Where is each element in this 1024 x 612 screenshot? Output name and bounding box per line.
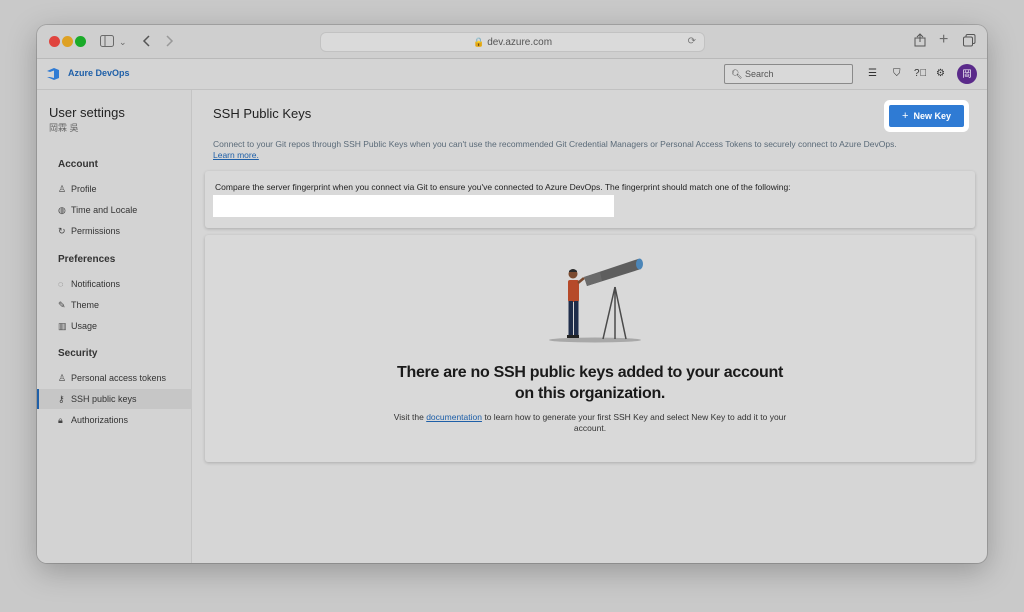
empty-sub-before: Visit the — [393, 412, 427, 422]
new-key-button[interactable]: + New Key — [889, 105, 964, 127]
learn-more-link[interactable]: Learn more. — [213, 150, 259, 160]
sidebar-item-profile[interactable]: ♙ Profile — [37, 179, 192, 199]
list-icon[interactable]: ☰ — [868, 67, 877, 81]
azure-devops-logo-icon[interactable] — [46, 67, 60, 81]
sidebar-item-theme[interactable]: ✎ Theme — [37, 295, 192, 315]
tab-overview-icon[interactable] — [963, 33, 976, 51]
url-text: dev.azure.com — [487, 37, 553, 48]
documentation-link[interactable]: documentation — [426, 412, 482, 422]
search-placeholder: Search — [745, 69, 774, 79]
sidebar-item-label: Permissions — [71, 226, 121, 236]
globe-icon: ◍ — [58, 205, 66, 215]
description-text: Connect to your Git repos through SSH Pu… — [213, 139, 897, 149]
translate-reload-icons[interactable]: ⟳ — [688, 33, 696, 51]
sidebar-toggle-icon[interactable] — [100, 33, 114, 51]
browser-window: ⌄ 🔒 dev.azure.com ⟳ + Azure DevOps 🔍︎ Sea… — [37, 25, 987, 563]
address-bar[interactable]: 🔒 dev.azure.com ⟳ — [320, 32, 705, 52]
search-input[interactable]: 🔍︎ Search — [724, 64, 853, 84]
paint-icon: ✎ — [58, 300, 66, 310]
avatar[interactable]: 岡 — [957, 64, 977, 84]
minimize-window-button[interactable] — [62, 36, 73, 47]
sidebar-item-label: Theme — [71, 300, 100, 310]
zoom-window-button[interactable] — [75, 36, 86, 47]
forward-button[interactable] — [164, 33, 174, 51]
lock-icon: 🔒︎ — [58, 415, 63, 425]
key-icon: ⚷ — [58, 394, 65, 404]
marketplace-bag-icon[interactable]: ⛉ — [893, 67, 901, 81]
sidebar-item-authorizations[interactable]: 🔒︎ Authorizations — [37, 410, 192, 430]
user-settings-icon[interactable]: ⚙ — [936, 67, 945, 81]
page-description: Connect to your Git repos through SSH Pu… — [213, 139, 978, 161]
person-icon: ♙ — [58, 184, 67, 194]
section-heading-security: Security — [58, 348, 98, 359]
settings-sidebar: User settings 岡霖 吳 Account ♙ Profile ◍ T… — [37, 90, 192, 563]
fingerprint-text: Compare the server fingerprint when you … — [215, 182, 791, 192]
new-tab-icon[interactable]: + — [939, 31, 948, 49]
chat-icon: ◌ — [58, 279, 64, 289]
person-key-icon: ♙ — [58, 373, 67, 383]
chevron-down-icon[interactable]: ⌄ — [119, 33, 127, 51]
page-title: SSH Public Keys — [213, 106, 312, 121]
sidebar-item-label: Usage — [71, 321, 98, 331]
app-header: Azure DevOps 🔍︎ Search ☰ ⛉ ?⃝ ⚙ 岡 — [37, 59, 987, 90]
sidebar-item-label: Notifications — [71, 279, 121, 289]
lock-icon: 🔒 — [472, 37, 485, 47]
fingerprint-card: Compare the server fingerprint when you … — [205, 171, 975, 228]
sidebar-item-label: Authorizations — [71, 415, 129, 425]
empty-state-subtitle: Visit the documentation to learn how to … — [390, 412, 790, 434]
sidebar-item-label: Profile — [71, 184, 97, 194]
refresh-icon: ↻ — [58, 226, 66, 236]
sidebar-title: User settings — [49, 105, 125, 120]
sidebar-item-ssh-public-keys[interactable]: ⚷ SSH public keys — [37, 389, 192, 409]
section-heading-preferences: Preferences — [58, 254, 116, 265]
search-icon: 🔍︎ — [731, 69, 743, 79]
sidebar-item-label: Personal access tokens — [71, 373, 167, 383]
sidebar-item-label: SSH public keys — [71, 394, 137, 404]
fingerprint-redacted-box — [213, 195, 614, 217]
close-window-button[interactable] — [49, 36, 60, 47]
section-heading-account: Account — [58, 159, 98, 170]
chart-icon: ▥ — [58, 321, 67, 331]
help-icon[interactable]: ?⃝ — [914, 67, 927, 81]
sidebar-item-permissions[interactable]: ↻ Permissions — [37, 221, 192, 241]
plus-icon: + — [902, 110, 909, 122]
sidebar-item-personal-access-tokens[interactable]: ♙ Personal access tokens — [37, 368, 192, 388]
brand-name[interactable]: Azure DevOps — [68, 68, 130, 78]
empty-state-card: There are no SSH public keys added to yo… — [205, 235, 975, 462]
sidebar-item-notifications[interactable]: ◌ Notifications — [37, 274, 192, 294]
share-icon[interactable] — [914, 33, 926, 51]
empty-sub-after: to learn how to generate your first SSH … — [481, 412, 787, 433]
new-key-label: New Key — [913, 111, 951, 121]
sidebar-username: 岡霖 吳 — [49, 123, 79, 133]
empty-state-title: There are no SSH public keys added to yo… — [397, 364, 783, 402]
sidebar-item-label: Time and Locale — [71, 205, 138, 215]
sidebar-item-time-and-locale[interactable]: ◍ Time and Locale — [37, 200, 192, 220]
sidebar-item-usage[interactable]: ▥ Usage — [37, 316, 192, 336]
telescope-illustration — [549, 258, 643, 343]
back-button[interactable] — [142, 33, 152, 51]
browser-toolbar: ⌄ 🔒 dev.azure.com ⟳ + — [37, 25, 987, 59]
main-content: SSH Public Keys + New Key Connect to your… — [193, 90, 987, 563]
